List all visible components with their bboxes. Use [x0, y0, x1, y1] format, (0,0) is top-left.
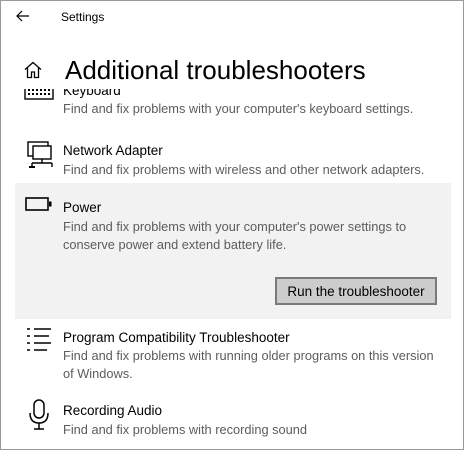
- title-bar: Settings: [1, 1, 463, 35]
- page-title: Additional troubleshooters: [65, 55, 366, 85]
- troubleshooter-item-program-compatibility[interactable]: Program Compatibility Troubleshooter Fin…: [15, 325, 451, 385]
- troubleshooter-description: Find and fix problems with your computer…: [63, 101, 414, 116]
- troubleshooter-item-recording-audio[interactable]: Recording Audio Find and fix problems wi…: [15, 397, 451, 445]
- back-arrow-icon: [16, 9, 30, 27]
- troubleshooter-item-keyboard[interactable]: Keyboard Find and fix problems with your…: [15, 89, 451, 121]
- run-troubleshooter-button[interactable]: Run the troubleshooter: [275, 277, 437, 305]
- microphone-icon: [23, 399, 55, 431]
- back-button[interactable]: [12, 8, 34, 28]
- troubleshooter-description: Find and fix problems with recording sou…: [63, 422, 307, 437]
- network-adapter-icon: [23, 140, 55, 172]
- troubleshooter-name: Program Compatibility Troubleshooter: [63, 330, 290, 345]
- home-button[interactable]: [22, 61, 44, 83]
- settings-window: Settings Additional troubleshooters Keyb…: [0, 0, 464, 450]
- troubleshooter-name: Recording Audio: [63, 403, 163, 418]
- troubleshooter-list: Keyboard Find and fix problems with your…: [1, 89, 463, 447]
- home-icon: [23, 60, 43, 85]
- troubleshooter-item-power[interactable]: Power Find and fix problems with your co…: [15, 183, 451, 319]
- troubleshooter-name: Keyboard: [63, 89, 121, 98]
- troubleshooter-description: Find and fix problems with your computer…: [63, 219, 407, 252]
- battery-icon: [23, 197, 55, 229]
- troubleshooter-description: Find and fix problems with wireless and …: [63, 162, 425, 177]
- troubleshooter-name: Network Adapter: [63, 143, 163, 158]
- program-list-icon: [23, 327, 55, 359]
- troubleshooter-name: Power: [63, 200, 102, 215]
- keyboard-icon: [23, 89, 55, 117]
- troubleshooter-description: Find and fix problems with running older…: [63, 348, 434, 381]
- troubleshooter-item-network-adapter[interactable]: Network Adapter Find and fix problems wi…: [15, 137, 451, 179]
- app-title: Settings: [61, 10, 105, 24]
